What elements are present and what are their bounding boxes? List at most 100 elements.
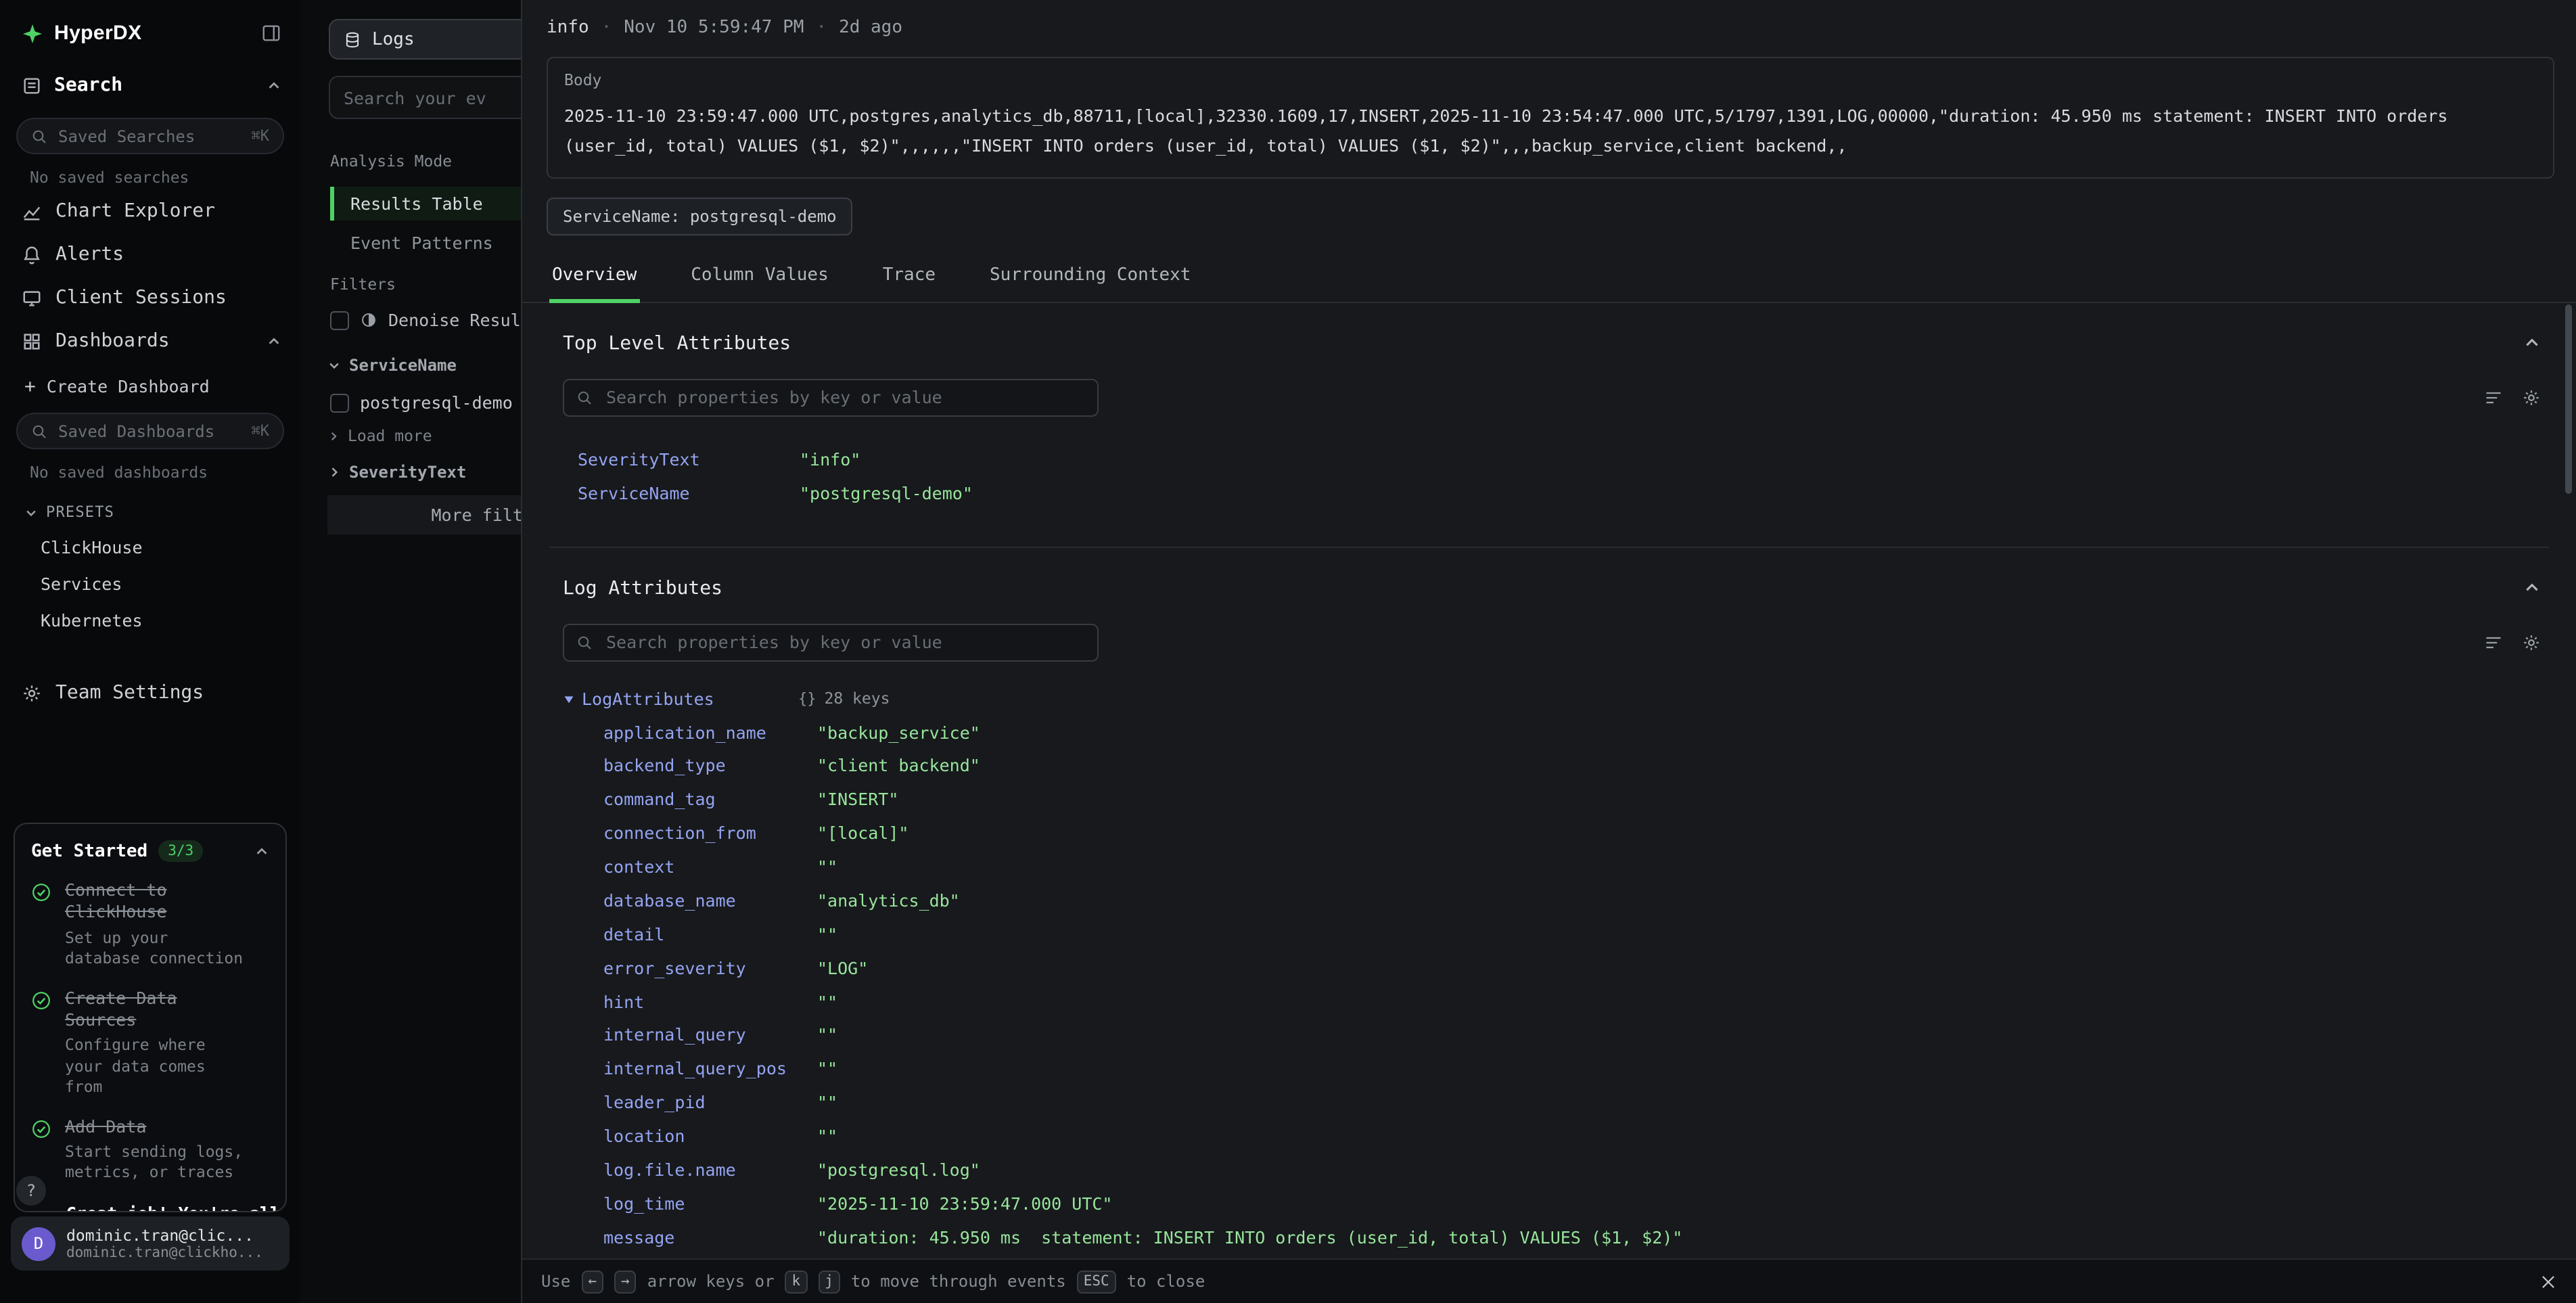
chevron-down-icon: [24, 505, 38, 519]
attribute-row[interactable]: internal_query_pos"": [549, 1053, 2549, 1087]
root-key[interactable]: LogAttributes: [582, 688, 798, 708]
presets-toggle[interactable]: PRESETS: [0, 484, 300, 529]
saved-searches-button[interactable]: Saved Searches ⌘K: [16, 118, 284, 154]
attribute-row[interactable]: log_time"2025-11-10 23:59:47.000 UTC": [549, 1188, 2549, 1222]
check-circle-icon: [31, 990, 51, 1098]
attribute-key[interactable]: error_severity: [603, 957, 817, 980]
sidebar-item-client-sessions[interactable]: Client Sessions: [0, 276, 300, 319]
attribute-row[interactable]: detail"": [549, 919, 2549, 953]
attribute-value: "": [817, 1092, 837, 1115]
attribute-row[interactable]: command_tag"INSERT": [549, 784, 2549, 818]
search-icon: [576, 634, 593, 650]
attribute-key[interactable]: SeverityText: [578, 449, 800, 472]
user-menu[interactable]: D dominic.tran@clic... dominic.tran@clic…: [11, 1216, 290, 1271]
sidebar: HyperDX Search Saved Searches ⌘K No save…: [0, 0, 300, 1303]
attribute-key[interactable]: database_name: [603, 890, 817, 913]
attribute-key[interactable]: ServiceName: [578, 482, 800, 505]
attribute-key[interactable]: application_name: [603, 722, 817, 745]
attribute-key[interactable]: detail: [603, 924, 817, 947]
filter-group-servicename[interactable]: ServiceName: [327, 356, 457, 375]
tab-overview[interactable]: Overview: [549, 254, 639, 302]
tab-surrounding-context[interactable]: Surrounding Context: [987, 254, 1193, 302]
attribute-key[interactable]: command_tag: [603, 790, 817, 813]
attribute-key[interactable]: location: [603, 1126, 817, 1149]
attribute-key[interactable]: log.file.name: [603, 1160, 817, 1183]
filter-group-severitytext[interactable]: SeverityText: [327, 463, 466, 482]
get-started-toggle[interactable]: Get Started 3/3: [31, 840, 269, 862]
attribute-row[interactable]: backend_type"client backend": [549, 750, 2549, 784]
sidebar-item-alerts[interactable]: Alerts: [0, 233, 300, 276]
attribute-row[interactable]: hint"": [549, 986, 2549, 1020]
sidebar-item-dashboards[interactable]: Dashboards: [0, 319, 300, 363]
attribute-row[interactable]: internal_query"": [549, 1020, 2549, 1053]
attribute-row[interactable]: log.file.name"postgresql.log": [549, 1154, 2549, 1188]
service-chip[interactable]: ServiceName: postgresql-demo: [547, 198, 853, 235]
attribute-key[interactable]: internal_query_pos: [603, 1059, 817, 1082]
property-search-input[interactable]: [603, 386, 1085, 409]
tab-trace[interactable]: Trace: [880, 254, 938, 302]
bell-icon: [22, 244, 42, 265]
filter-option-postgresql-demo[interactable]: postgresql-demo: [330, 392, 513, 413]
checkbox[interactable]: [330, 393, 349, 412]
sidebar-item-search[interactable]: Search: [0, 55, 300, 107]
attribute-key[interactable]: message: [603, 1227, 817, 1250]
detail-footer: Use ← → arrow keys or k j to move throug…: [522, 1258, 2576, 1303]
line-wrap-icon[interactable]: [2484, 388, 2503, 407]
attribute-row[interactable]: message"duration: 45.950 ms statement: I…: [549, 1221, 2549, 1255]
denoise-results-toggle[interactable]: Denoise Resul: [330, 310, 521, 330]
expander-triangle-icon[interactable]: [561, 691, 576, 706]
chevron-up-icon[interactable]: [267, 78, 281, 93]
get-started-step[interactable]: Add Data Start sending logs, metrics, or…: [31, 1116, 269, 1184]
attribute-value: "2025-11-10 23:59:47.000 UTC": [817, 1193, 1113, 1216]
attribute-key[interactable]: connection_from: [603, 823, 817, 846]
log-attributes-root[interactable]: LogAttributes {} 28 keys: [549, 688, 2549, 708]
attribute-row[interactable]: location"": [549, 1120, 2549, 1154]
attribute-row[interactable]: process_id"88711": [549, 1255, 2549, 1258]
sidebar-item-team-settings[interactable]: Team Settings: [0, 671, 300, 714]
collapse-section-icon[interactable]: [2523, 335, 2541, 352]
attribute-row[interactable]: error_severity"LOG": [549, 952, 2549, 986]
collapse-sidebar-icon[interactable]: [261, 23, 281, 43]
sidebar-item-services[interactable]: Services: [0, 566, 300, 602]
sidebar-item-chart-explorer[interactable]: Chart Explorer: [0, 189, 300, 233]
attribute-key[interactable]: hint: [603, 991, 817, 1014]
search-results-icon: [22, 75, 42, 95]
tab-column-values[interactable]: Column Values: [688, 254, 831, 302]
attribute-row[interactable]: database_name"analytics_db": [549, 885, 2549, 919]
attribute-key[interactable]: context: [603, 856, 817, 879]
load-more-button[interactable]: Load more: [327, 426, 432, 445]
attribute-row[interactable]: SeverityText"info": [549, 444, 2549, 478]
line-wrap-icon[interactable]: [2484, 633, 2503, 652]
help-button[interactable]: ?: [16, 1176, 46, 1206]
saved-dashboards-button[interactable]: Saved Dashboards ⌘K: [16, 413, 284, 449]
attribute-key[interactable]: backend_type: [603, 756, 817, 779]
event-body[interactable]: Body 2025-11-10 23:59:47.000 UTC,postgre…: [547, 57, 2554, 179]
checkbox[interactable]: [330, 311, 349, 329]
kbd-esc: ESC: [1077, 1270, 1116, 1293]
collapse-section-icon[interactable]: [2523, 579, 2541, 597]
attribute-row[interactable]: connection_from"[local]": [549, 817, 2549, 851]
settings-gear-icon[interactable]: [2522, 388, 2541, 407]
close-panel-button[interactable]: [2539, 1273, 2557, 1290]
grid-icon: [22, 331, 42, 351]
attribute-key[interactable]: internal_query: [603, 1025, 817, 1048]
property-search-input[interactable]: [603, 631, 1085, 654]
attribute-row[interactable]: context"": [549, 851, 2549, 885]
sidebar-item-clickhouse[interactable]: ClickHouse: [0, 529, 300, 566]
create-dashboard-button[interactable]: + Create Dashboard: [0, 363, 300, 402]
settings-gear-icon[interactable]: [2522, 633, 2541, 652]
more-filters-button[interactable]: More filte: [327, 495, 547, 534]
get-started-step[interactable]: Create Data Sources Configure where your…: [31, 987, 269, 1098]
footer-text: to move through events: [851, 1272, 1066, 1291]
body-label: Body: [564, 70, 2537, 89]
attribute-row[interactable]: leader_pid"": [549, 1087, 2549, 1120]
sidebar-item-kubernetes[interactable]: Kubernetes: [0, 602, 300, 639]
attribute-key[interactable]: log_time: [603, 1193, 817, 1216]
chevron-up-icon[interactable]: [267, 334, 281, 348]
scrollbar-thumb[interactable]: [2565, 304, 2572, 494]
attribute-value: "": [817, 991, 837, 1014]
attribute-key[interactable]: leader_pid: [603, 1092, 817, 1115]
attribute-row[interactable]: ServiceName"postgresql-demo": [549, 477, 2549, 511]
get-started-step[interactable]: Connect to ClickHouse Set up your databa…: [31, 879, 269, 969]
attribute-row[interactable]: application_name"backup_service": [549, 716, 2549, 750]
